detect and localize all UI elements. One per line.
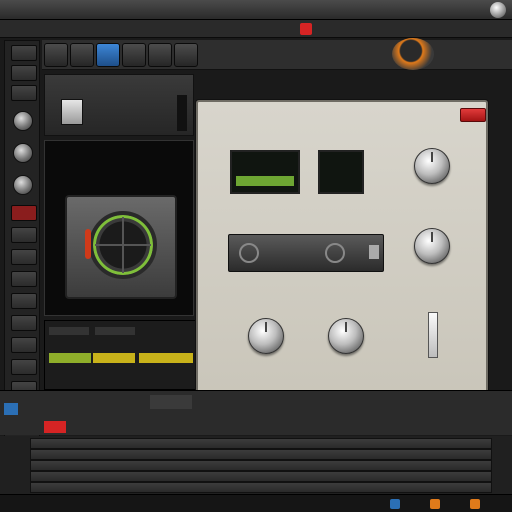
- meter-label-bar-2: [95, 327, 135, 335]
- track-area: [0, 436, 512, 494]
- rail-record-button[interactable]: [11, 205, 37, 221]
- preview-window: [44, 140, 194, 316]
- device-icon: [61, 99, 83, 125]
- menu-bar: [0, 0, 512, 20]
- transport-button-2[interactable]: [70, 43, 94, 67]
- rail-button-1[interactable]: [11, 45, 37, 61]
- level-knob[interactable]: [328, 318, 364, 354]
- status-icon-orange-2[interactable]: [470, 499, 480, 509]
- rail-button-4[interactable]: [11, 227, 37, 243]
- dial-housing: [65, 195, 177, 299]
- track-row-2[interactable]: [30, 449, 492, 460]
- track-row-5[interactable]: [30, 482, 492, 493]
- bottom-control-strip: [0, 390, 512, 435]
- wave-dial-2[interactable]: [325, 243, 345, 263]
- transport-button-5[interactable]: [174, 43, 198, 67]
- rail-button-8[interactable]: [11, 315, 37, 331]
- rail-button-2[interactable]: [11, 65, 37, 81]
- transport-button-3[interactable]: [122, 43, 146, 67]
- rail-knob-2[interactable]: [13, 143, 33, 163]
- tone-knob[interactable]: [414, 228, 450, 264]
- track-row-1[interactable]: [30, 438, 492, 449]
- close-button[interactable]: [460, 108, 486, 122]
- level-meter-2: [93, 353, 135, 363]
- settings-knob-icon[interactable]: [490, 2, 506, 18]
- rail-button-3[interactable]: [11, 85, 37, 101]
- rail-knob-1[interactable]: [13, 111, 33, 131]
- transport-button-4[interactable]: [148, 43, 172, 67]
- toolbar: [0, 20, 512, 38]
- track-row-3[interactable]: [30, 460, 492, 471]
- dial-crosshair-h: [95, 244, 151, 246]
- transport-bar: [42, 38, 512, 70]
- drive-knob[interactable]: [248, 318, 284, 354]
- rail-button-7[interactable]: [11, 293, 37, 309]
- waveform-display: [228, 234, 384, 272]
- status-bar: [0, 494, 512, 512]
- red-indicator[interactable]: [44, 421, 66, 433]
- level-meter-3: [139, 353, 193, 363]
- meter-label-bar-1: [49, 327, 89, 335]
- transport-button-blue[interactable]: [96, 43, 120, 67]
- display-screen-right: [318, 150, 364, 194]
- rail-button-10[interactable]: [11, 359, 37, 375]
- meter-panel: [44, 320, 196, 390]
- blue-indicator[interactable]: [4, 403, 18, 415]
- track-row-4[interactable]: [30, 471, 492, 482]
- master-knob-icon[interactable]: [392, 38, 434, 70]
- display-screen-left: [230, 150, 300, 194]
- rail-button-5[interactable]: [11, 249, 37, 265]
- rail-knob-3[interactable]: [13, 175, 33, 195]
- rail-button-9[interactable]: [11, 337, 37, 353]
- gain-knob[interactable]: [414, 148, 450, 184]
- plugin-dialog: [196, 100, 488, 430]
- slider-handle[interactable]: [428, 312, 438, 358]
- mini-meter: [177, 95, 187, 131]
- strip-control[interactable]: [150, 395, 192, 409]
- record-icon[interactable]: [300, 23, 312, 35]
- wave-switch[interactable]: [369, 245, 379, 259]
- channel-panel: [44, 74, 194, 136]
- dial-arc-red: [85, 229, 91, 259]
- transport-button-1[interactable]: [44, 43, 68, 67]
- status-icon-blue[interactable]: [390, 499, 400, 509]
- level-meter-1: [49, 353, 91, 363]
- rail-button-6[interactable]: [11, 271, 37, 287]
- status-icon-orange[interactable]: [430, 499, 440, 509]
- screen-readout-bar: [236, 176, 294, 186]
- wave-dial-1[interactable]: [239, 243, 259, 263]
